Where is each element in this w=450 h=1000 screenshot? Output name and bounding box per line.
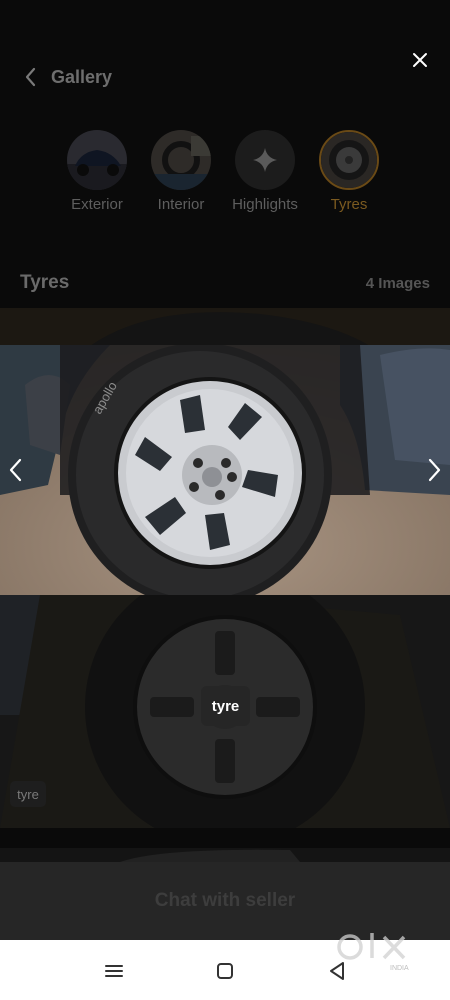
- highlights-thumbnail: [235, 130, 295, 190]
- background-photo-bottom: [0, 848, 450, 862]
- image-count: 4 Images: [365, 275, 430, 292]
- svg-text:INDIA: INDIA: [390, 965, 409, 972]
- section-header: Tyres 4 Images: [20, 272, 430, 298]
- tyre-tag: tyre: [201, 686, 250, 726]
- tyres-thumbnail: [319, 130, 379, 190]
- section-title: Tyres: [20, 272, 70, 293]
- tyre-photo[interactable]: apollo: [0, 345, 450, 595]
- gallery-header: Gallery: [0, 40, 450, 116]
- category-tabs: Exterior Interior Highlights Tyres: [60, 130, 400, 220]
- previous-chevron-icon[interactable]: [6, 456, 26, 484]
- back-chevron-icon[interactable]: [20, 64, 42, 90]
- sparkle-icon: [253, 148, 277, 172]
- tab-interior[interactable]: Interior: [138, 130, 224, 213]
- tab-highlights[interactable]: Highlights: [222, 130, 308, 213]
- image-tag: tyre: [10, 781, 46, 807]
- page-title: Gallery: [51, 67, 113, 87]
- tab-exterior[interactable]: Exterior: [54, 130, 140, 213]
- tab-label: Tyres: [330, 196, 368, 213]
- home-icon[interactable]: [214, 960, 236, 982]
- next-chevron-icon[interactable]: [424, 456, 444, 484]
- tab-label: Interior: [157, 196, 205, 213]
- exterior-thumbnail: [67, 130, 127, 190]
- olx-watermark-logo: INDIA: [332, 925, 422, 975]
- tab-tyres[interactable]: Tyres: [306, 130, 392, 213]
- interior-thumbnail: [151, 130, 211, 190]
- close-icon[interactable]: [406, 46, 434, 74]
- background-photo-top: [0, 308, 450, 346]
- tab-label: Highlights: [232, 196, 298, 213]
- tab-label: Exterior: [71, 196, 123, 213]
- menu-icon[interactable]: [103, 960, 125, 982]
